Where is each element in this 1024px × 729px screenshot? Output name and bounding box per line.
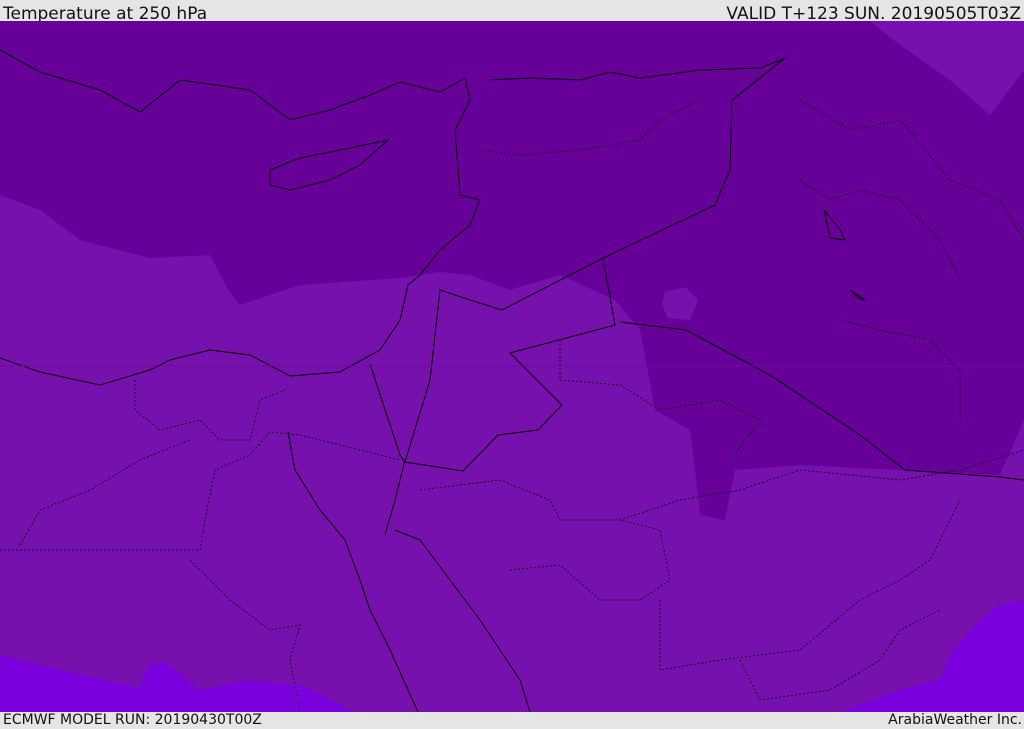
map-header: Temperature at 250 hPa VALID T+123 SUN. … bbox=[0, 0, 1024, 24]
credit: ArabiaWeather Inc. bbox=[888, 712, 1022, 728]
map-footer: ECMWF MODEL RUN: 20190430T00Z ArabiaWeat… bbox=[0, 712, 1024, 729]
model-run: ECMWF MODEL RUN: 20190430T00Z bbox=[3, 712, 262, 728]
temperature-map bbox=[0, 21, 1024, 712]
